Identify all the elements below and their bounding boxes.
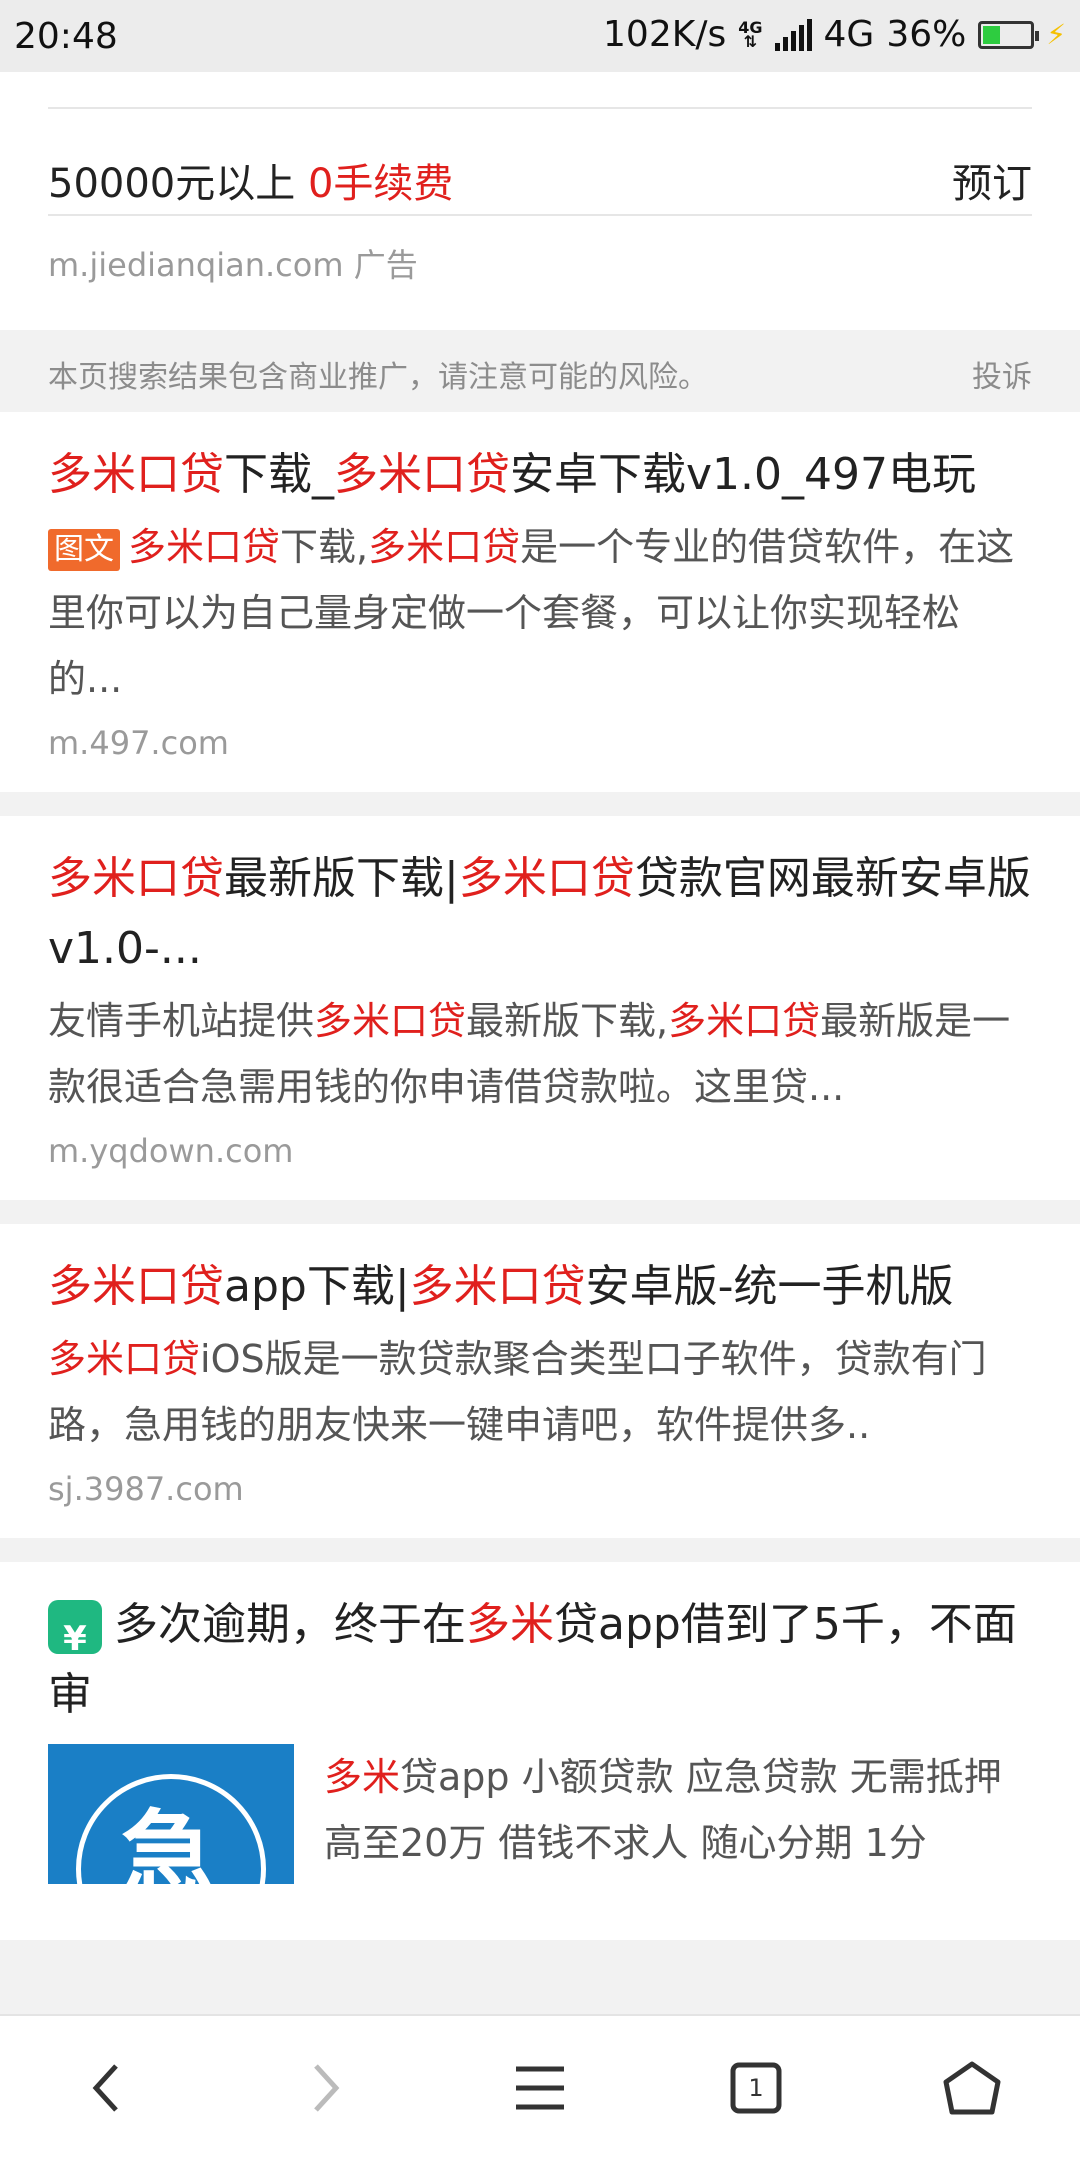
desc-keyword: 多米口贷 bbox=[314, 999, 467, 1043]
result-card[interactable]: 多米口贷下载_多米口贷安卓下载v1.0_497电玩 图文 多米口贷下载,多米口贷是… bbox=[0, 412, 1080, 792]
bottom-nav: 1 bbox=[0, 2014, 1080, 2160]
ad-source[interactable]: m.jiedianqian.com 广告 bbox=[48, 240, 418, 286]
risk-notice-text: 本页搜索结果包含商业推广，请注意可能的风险。 bbox=[48, 360, 708, 395]
divider bbox=[48, 107, 1032, 109]
title-keyword: 多米口贷 bbox=[48, 449, 224, 500]
title-keyword: 多米口贷 bbox=[409, 1261, 586, 1312]
search-results: 50000元以上 0手续费 预订 m.jiedianqian.com 广告 本页… bbox=[0, 72, 1080, 1940]
forward-icon bbox=[314, 2064, 340, 2112]
result-url: sj.3987.com bbox=[48, 1470, 244, 1508]
forward-button[interactable] bbox=[264, 2028, 384, 2148]
title-text: 安卓下载v1.0_497电玩 bbox=[510, 449, 976, 500]
home-icon bbox=[943, 2061, 1001, 2115]
battery-percent: 36% bbox=[886, 14, 967, 55]
status-time: 20:48 bbox=[14, 16, 118, 57]
result-card[interactable]: 多米口贷最新版下载|多米口贷贷款官网最新安卓版 v1.0-... 友情手机站提供… bbox=[0, 816, 1080, 1200]
network-type-icon: 4G ⇅ bbox=[738, 17, 763, 51]
desc-text: 贷app 小额贷款 应急贷款 无需抵押 高至20万 借钱不求人 随心分期 1分 bbox=[324, 1755, 1002, 1865]
image-text-tag: 图文 bbox=[48, 528, 120, 571]
ad-label: 广告 bbox=[353, 246, 418, 284]
network-label: 4G bbox=[823, 14, 875, 55]
charging-icon: ⚡ bbox=[1046, 18, 1066, 51]
result-title[interactable]: 多米口贷最新版下载|多米口贷贷款官网最新安卓版 v1.0-... bbox=[48, 844, 1032, 984]
title-keyword: 多米口贷 bbox=[48, 1261, 224, 1312]
ad-domain: m.jiedianqian.com bbox=[48, 246, 344, 284]
ad-offer-text: 50000元以上 0手续费 bbox=[48, 151, 453, 209]
result-description: 图文 多米口贷下载,多米口贷是一个专业的借贷软件，在这里你可以为自己量身定做一个套… bbox=[48, 514, 1032, 712]
desc-keyword: 多米口贷 bbox=[128, 525, 281, 569]
divider bbox=[48, 214, 1032, 216]
article-card[interactable]: 多次逾期，终于在多米贷app借到了5千，不面审 急 多米贷app 小额贷款 应急… bbox=[0, 1562, 1080, 1940]
result-url: m.497.com bbox=[48, 724, 229, 762]
desc-keyword: 多米口贷 bbox=[48, 1337, 201, 1381]
desc-text: 最新版下载, bbox=[466, 999, 669, 1043]
article-description: 多米贷app 小额贷款 应急贷款 无需抵押 高至20万 借钱不求人 随心分期 1… bbox=[324, 1744, 1032, 1884]
thumbnail-glyph: 急 bbox=[120, 1800, 216, 1884]
reserve-button[interactable]: 预订 bbox=[952, 151, 1032, 209]
money-icon bbox=[48, 1600, 102, 1674]
result-description: 多米口贷iOS版是一款贷款聚合类型口子软件，贷款有门路，急用钱的朋友快来一键申请… bbox=[48, 1326, 1032, 1458]
article-title[interactable]: 多次逾期，终于在多米贷app借到了5千，不面审 bbox=[48, 1590, 1032, 1730]
article-thumbnail[interactable]: 急 bbox=[48, 1744, 294, 1884]
home-button[interactable] bbox=[912, 2028, 1032, 2148]
back-button[interactable] bbox=[48, 2028, 168, 2148]
result-title[interactable]: 多米口贷下载_多米口贷安卓下载v1.0_497电玩 bbox=[48, 440, 1032, 510]
title-keyword: 多米口贷 bbox=[48, 853, 224, 904]
result-title[interactable]: 多米口贷app下载|多米口贷安卓版-统一手机版 bbox=[48, 1252, 1032, 1322]
title-text: 最新版下载| bbox=[224, 853, 459, 904]
result-description: 友情手机站提供多米口贷最新版下载,多米口贷最新版是一款很适合急需用钱的你申请借贷… bbox=[48, 988, 1032, 1120]
battery-icon bbox=[978, 20, 1040, 49]
title-text: 安卓版-统一手机版 bbox=[585, 1261, 954, 1312]
title-text: 下载_ bbox=[224, 449, 334, 500]
desc-keyword: 多米 bbox=[324, 1755, 401, 1799]
tabs-icon: 1 bbox=[730, 2062, 782, 2114]
tabs-button[interactable]: 1 bbox=[696, 2028, 816, 2148]
desc-keyword: 多米口贷 bbox=[368, 525, 521, 569]
signal-icon bbox=[774, 18, 812, 51]
tab-count: 1 bbox=[748, 2074, 764, 2102]
title-keyword: 多米口贷 bbox=[458, 853, 635, 904]
desc-keyword: 多米口贷 bbox=[668, 999, 821, 1043]
menu-icon bbox=[516, 2066, 564, 2110]
ad-offer-highlight: 0手续费 bbox=[307, 161, 454, 207]
desc-text: 友情手机站提供 bbox=[48, 999, 315, 1043]
title-text: app下载| bbox=[224, 1261, 410, 1312]
desc-text: 下载, bbox=[280, 525, 369, 569]
title-keyword: 多米 bbox=[466, 1599, 554, 1650]
title-keyword: 多米口贷 bbox=[334, 449, 510, 500]
network-speed: 102K/s bbox=[603, 14, 727, 55]
menu-button[interactable] bbox=[480, 2028, 600, 2148]
result-url: m.yqdown.com bbox=[48, 1132, 294, 1170]
result-card[interactable]: 多米口贷app下载|多米口贷安卓版-统一手机版 多米口贷iOS版是一款贷款聚合类… bbox=[0, 1224, 1080, 1538]
risk-notice: 本页搜索结果包含商业推广，请注意可能的风险。 投诉 bbox=[0, 330, 1080, 412]
complain-link[interactable]: 投诉 bbox=[972, 352, 1032, 396]
ad-offer-amount: 50000元以上 bbox=[48, 161, 296, 207]
back-icon bbox=[92, 2064, 118, 2112]
ad-block: 50000元以上 0手续费 预订 m.jiedianqian.com 广告 bbox=[0, 72, 1080, 330]
title-text: 多次逾期，终于在 bbox=[114, 1599, 466, 1650]
status-bar: 20:48 102K/s 4G ⇅ 4G 36% ⚡ bbox=[0, 0, 1080, 72]
